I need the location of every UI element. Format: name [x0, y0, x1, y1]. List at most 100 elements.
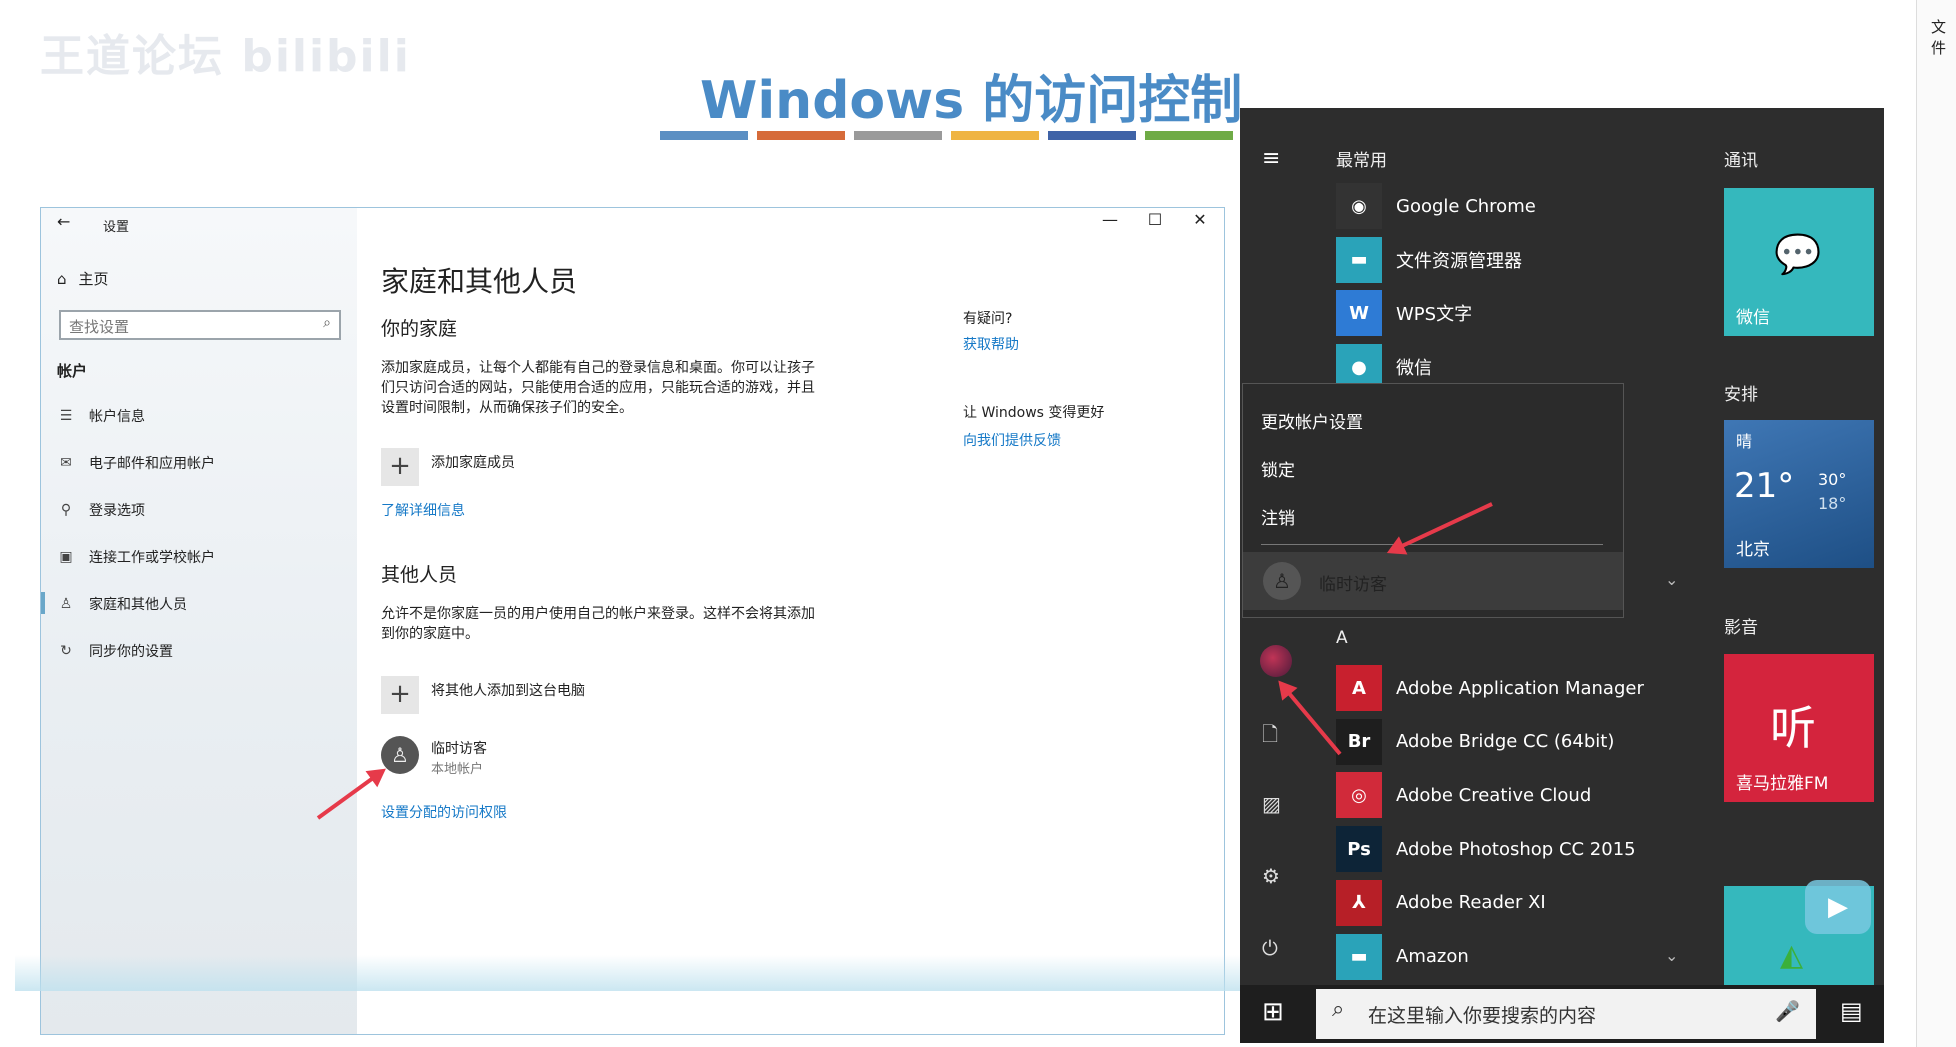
- nav-item-family-others[interactable]: ♙ 家庭和其他人员: [57, 594, 187, 614]
- nav-item-label: 家庭和其他人员: [89, 597, 187, 613]
- add-family-member-button[interactable]: 添加家庭成员: [431, 452, 515, 472]
- nav-item-work-school[interactable]: ▣ 连接工作或学校帐户: [57, 547, 215, 567]
- ximalaya-tile[interactable]: 听 喜马拉雅FM: [1724, 654, 1874, 802]
- nav-item-label: 同步你的设置: [89, 644, 173, 660]
- minimize-button[interactable]: —: [1096, 210, 1124, 229]
- feedback-link[interactable]: 向我们提供反馈: [963, 430, 1061, 450]
- nav-home[interactable]: ⌂ 主页: [57, 268, 109, 289]
- switch-user-guest[interactable]: ♙ 临时访客: [1243, 552, 1623, 610]
- assigned-access-link[interactable]: 设置分配的访问权限: [381, 802, 507, 822]
- microphone-icon[interactable]: 🎤: [1775, 999, 1800, 1023]
- wechat-tile[interactable]: 💬 微信: [1724, 188, 1874, 336]
- app-list-item[interactable]: ▬ Amazon: [1336, 933, 1469, 981]
- nav-item-email-accounts[interactable]: ✉ 电子邮件和应用帐户: [57, 453, 215, 473]
- guest-avatar-icon[interactable]: ♙: [381, 736, 419, 774]
- guest-avatar-icon: ♙: [1263, 562, 1301, 600]
- user-card-icon: ☰: [59, 408, 73, 424]
- lock-item[interactable]: 锁定: [1261, 456, 1295, 481]
- windows-start-icon[interactable]: ⊞: [1262, 997, 1284, 1027]
- taskbar-search-input[interactable]: ⌕ 在这里输入你要搜索的内容 🎤: [1316, 989, 1816, 1039]
- title-color-bar: [1048, 131, 1136, 140]
- settings-gear-icon[interactable]: ⚙: [1262, 864, 1280, 888]
- app-list-item[interactable]: Br Adobe Bridge CC (64bit): [1336, 718, 1614, 766]
- app-name: Adobe Application Manager: [1396, 677, 1644, 699]
- app-list-item[interactable]: Ps Adobe Photoshop CC 2015: [1336, 825, 1636, 873]
- maximize-button[interactable]: ☐: [1141, 210, 1169, 229]
- nav-item-label: 电子邮件和应用帐户: [89, 456, 215, 472]
- right-edge-panel: 文件: [1916, 0, 1956, 1047]
- group-label-tongxun: 通讯: [1724, 151, 1758, 171]
- person-icon: ♙: [59, 596, 73, 612]
- watermark-logo: 王道论坛 bilibili: [40, 31, 411, 82]
- photoshop-icon: Ps: [1336, 826, 1382, 873]
- sign-out-item[interactable]: 注销: [1261, 504, 1295, 529]
- add-other-plus-icon[interactable]: +: [381, 676, 419, 714]
- letter-a-header[interactable]: A: [1336, 628, 1348, 648]
- section-label-accounts: 帐户: [57, 362, 88, 380]
- hamburger-menu-icon[interactable]: ≡: [1262, 146, 1280, 171]
- document-icon[interactable]: 🗋: [1262, 720, 1278, 754]
- nav-item-label: 帐户信息: [89, 409, 145, 425]
- app-name: WPS文字: [1396, 304, 1473, 326]
- app-name: Amazon: [1396, 946, 1469, 967]
- ximalaya-icon: 听: [1770, 701, 1816, 755]
- power-icon[interactable]: ⏻: [1262, 936, 1278, 960]
- learn-more-link[interactable]: 了解详细信息: [381, 500, 465, 520]
- app-list-item[interactable]: A Adobe Application Manager: [1336, 664, 1644, 712]
- divider: [1261, 544, 1603, 545]
- change-account-settings-item[interactable]: 更改帐户设置: [1261, 408, 1363, 433]
- add-family-plus-icon[interactable]: +: [381, 448, 419, 486]
- app-list-item[interactable]: ◎ Adobe Creative Cloud: [1336, 771, 1591, 819]
- guest-label: 临时访客: [1319, 575, 1387, 595]
- family-heading: 你的家庭: [381, 318, 458, 340]
- adobe-icon: A: [1336, 665, 1382, 711]
- nav-item-sync[interactable]: ↻ 同步你的设置: [57, 641, 173, 661]
- others-heading: 其他人员: [381, 564, 458, 586]
- video-play-icon[interactable]: ▶: [1805, 880, 1871, 934]
- creative-cloud-icon: ◎: [1336, 772, 1382, 819]
- key-icon: ⚲: [60, 502, 72, 518]
- help-question: 有疑问?: [963, 311, 1013, 327]
- group-label-anpai: 安排: [1724, 385, 1758, 405]
- improve-windows-heading: 让 Windows 变得更好: [963, 405, 1105, 421]
- sync-icon: ↻: [60, 643, 72, 659]
- app-name: Google Chrome: [1396, 195, 1536, 217]
- tile-label: 喜马拉雅FM: [1736, 774, 1829, 794]
- weather-high: 30°: [1818, 470, 1847, 489]
- slide-title: Windows 的访问控制: [700, 71, 1243, 131]
- app-name: 文件资源管理器: [1396, 250, 1522, 272]
- settings-sidebar: ← 设置 ⌂ 主页 查找设置 ⌕ 帐户 ☰ 帐户信息 ✉ 电子邮件和应用帐户 ⚲…: [41, 208, 357, 1034]
- group-label-yingyin: 影音: [1724, 618, 1758, 638]
- chevron-down-icon[interactable]: ⌄: [1665, 946, 1678, 965]
- title-color-bar: [660, 131, 748, 140]
- app-name: Adobe Bridge CC (64bit): [1396, 731, 1615, 753]
- weather-temp: 21°: [1734, 466, 1795, 506]
- app-list-item[interactable]: ⅄ Adobe Reader XI: [1336, 879, 1546, 927]
- folder-icon: ▬: [1336, 933, 1382, 980]
- task-view-icon[interactable]: ▤: [1840, 997, 1863, 1025]
- add-other-user-button[interactable]: 将其他人添加到这台电脑: [431, 680, 585, 700]
- app-list-item[interactable]: W WPS文字: [1336, 289, 1472, 337]
- folder-icon: ▬: [1336, 236, 1382, 283]
- guest-user-name[interactable]: 临时访客: [431, 738, 487, 758]
- app-list-item[interactable]: ▬ 文件资源管理器: [1336, 236, 1522, 284]
- chevron-down-icon[interactable]: ⌄: [1665, 570, 1678, 589]
- title-color-bar: [757, 131, 845, 140]
- weather-tile[interactable]: 晴 21° 30° 18° 北京: [1724, 420, 1874, 568]
- back-arrow-icon[interactable]: ←: [57, 212, 70, 231]
- family-description: 添加家庭成员，让每个人都能有自己的登录信息和桌面。你可以让孩子们只访问合适的网站…: [381, 360, 815, 416]
- app-list-item[interactable]: ◉ Google Chrome: [1336, 182, 1536, 230]
- nav-item-label: 登录选项: [89, 503, 145, 519]
- get-help-link[interactable]: 获取帮助: [963, 334, 1019, 354]
- close-button[interactable]: ✕: [1186, 210, 1214, 229]
- app-name: Adobe Photoshop CC 2015: [1396, 838, 1636, 860]
- mail-icon: ✉: [60, 455, 72, 471]
- guest-user-type: 本地帐户: [431, 762, 484, 777]
- nav-item-account-info[interactable]: ☰ 帐户信息: [57, 406, 145, 426]
- nav-item-signin-options[interactable]: ⚲ 登录选项: [57, 500, 145, 520]
- pictures-icon[interactable]: ▨: [1262, 792, 1281, 816]
- home-icon: ⌂: [57, 269, 67, 288]
- user-avatar[interactable]: [1260, 645, 1292, 677]
- title-color-bar: [854, 131, 942, 140]
- settings-search-input[interactable]: 查找设置 ⌕: [59, 310, 341, 340]
